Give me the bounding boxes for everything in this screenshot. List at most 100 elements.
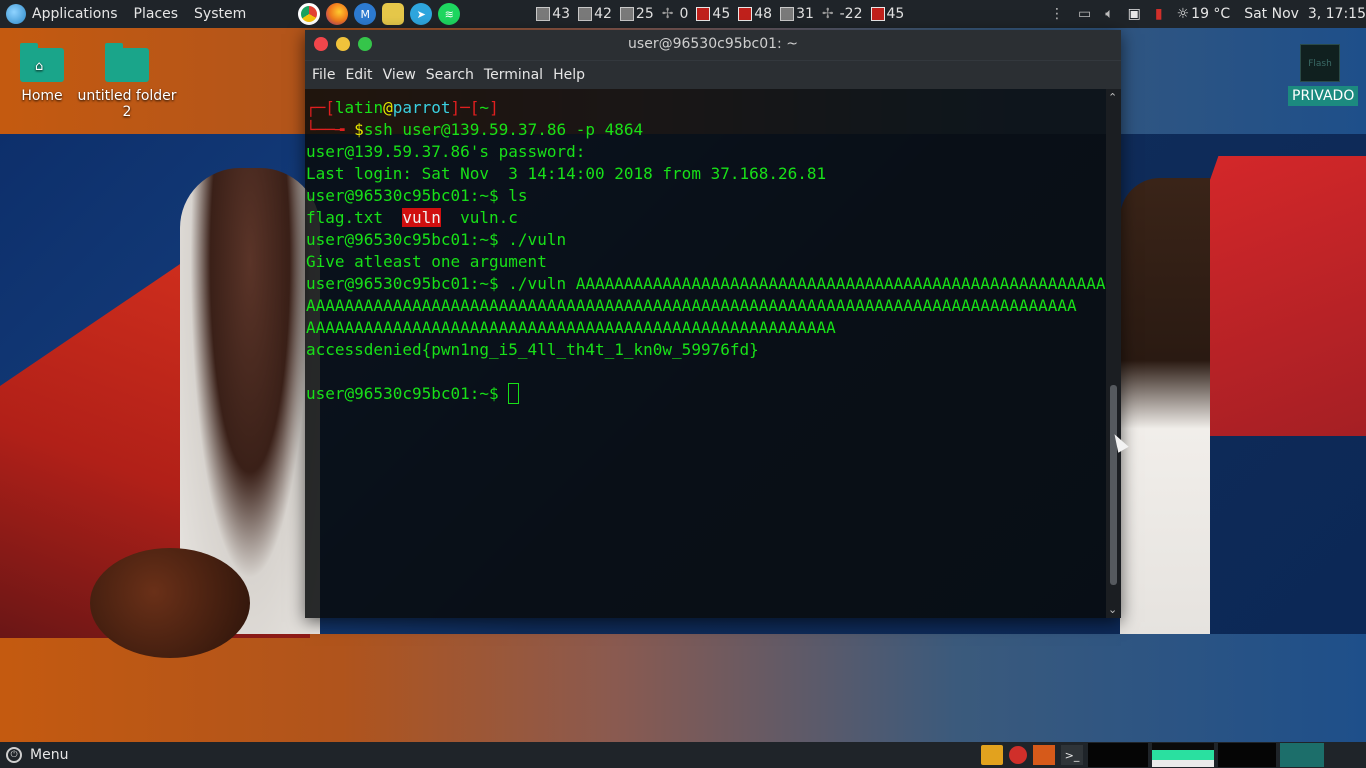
- ls-file-flag: flag.txt: [306, 208, 384, 227]
- output-line: user@139.59.37.86's password:: [306, 142, 586, 161]
- window-thumbnail-active[interactable]: [1280, 743, 1324, 767]
- window-title: user@96530c95bc01: ~: [628, 36, 798, 52]
- prompt-user: latin: [334, 98, 384, 117]
- system-menu[interactable]: System: [186, 0, 254, 28]
- system-tray: ⋮ ▭ 🔈︎ ▣ ▮ ☼ 19 °C Sat Nov 3, 17:15: [1043, 0, 1366, 28]
- menu-search[interactable]: Search: [421, 67, 479, 83]
- scrollbar[interactable]: ⌃ ⌄: [1106, 89, 1121, 618]
- output-line: Last login: Sat Nov 3 14:14:00 2018 from…: [306, 164, 827, 183]
- menu-help[interactable]: Help: [548, 67, 590, 83]
- current-prompt-line: user@96530c95bc01:~$: [306, 383, 1106, 405]
- parrot-logo-icon[interactable]: [6, 4, 26, 24]
- text-cursor: [508, 383, 520, 404]
- chevron-down-icon[interactable]: ⌄: [1108, 603, 1117, 616]
- privado-label[interactable]: PRIVADO: [1288, 86, 1359, 106]
- output-line: user@96530c95bc01:~$ ls: [306, 186, 528, 205]
- title-bar[interactable]: user@96530c95bc01: ~: [305, 30, 1121, 60]
- weather-temp[interactable]: 19 °C: [1191, 6, 1230, 22]
- main-menu-button[interactable]: ⏻ Menu: [0, 747, 68, 763]
- monitor-cpu2[interactable]: 42: [578, 6, 612, 22]
- output-line: AAAAAAAAAAAAAAAAAAAAAAAAAAAAAAAAAAAAAAAA…: [306, 296, 1077, 315]
- scroll-thumb[interactable]: [1110, 385, 1117, 585]
- fan-icon: ✢: [821, 6, 834, 22]
- monitor-fan2[interactable]: ✢ -22: [822, 6, 863, 22]
- terminal-window: user@96530c95bc01: ~ File Edit View Sear…: [305, 30, 1121, 618]
- chip-icon: [696, 7, 711, 21]
- top-panel: Applications Places System M ➤ ≋ 43 42 2…: [0, 0, 1366, 28]
- burpsuite-icon[interactable]: [1033, 745, 1055, 765]
- launcher-bar: M ➤ ≋: [292, 3, 461, 25]
- ls-file-vuln: vuln: [402, 208, 441, 227]
- current-prompt: user@96530c95bc01:~$: [306, 384, 509, 403]
- monitor-temp1[interactable]: 45: [696, 6, 730, 22]
- chrome-icon[interactable]: [298, 3, 321, 25]
- output-line: Give atleast one argument: [306, 252, 547, 271]
- home-icon: ⌂: [35, 59, 44, 74]
- window-thumbnail[interactable]: [1152, 743, 1214, 767]
- desktop-icon-untitled-folder[interactable]: untitled folder 2: [72, 43, 182, 120]
- command-line: └──╼ $ssh user@139.59.37.86 -p 4864: [306, 120, 644, 139]
- menu-edit[interactable]: Edit: [340, 67, 377, 83]
- files-icon[interactable]: [981, 745, 1003, 765]
- taskbar: >_: [978, 742, 1326, 768]
- battery-icon[interactable]: ▮: [1155, 6, 1163, 22]
- wallpaper-player-right: [1120, 178, 1210, 634]
- monitor-icon[interactable]: ▣: [1128, 6, 1141, 22]
- menu-terminal[interactable]: Terminal: [479, 67, 548, 83]
- monitor-temp3[interactable]: 31: [780, 6, 814, 22]
- prompt-host: parrot: [392, 98, 451, 117]
- maltego-icon[interactable]: M: [354, 3, 377, 25]
- volume-icon[interactable]: 🔈︎: [1105, 6, 1113, 22]
- bottom-panel: ⏻ Menu >_: [0, 742, 1366, 768]
- places-menu[interactable]: Places: [126, 0, 187, 28]
- terminal-icon[interactable]: >_: [1061, 745, 1083, 765]
- prompt-line: ┌─[latin@parrot]─[~]: [306, 98, 499, 117]
- window-thumbnail[interactable]: [1088, 743, 1148, 767]
- display-icon[interactable]: ▭: [1078, 6, 1091, 22]
- flash-icon[interactable]: Flash: [1300, 44, 1340, 82]
- monitor-cpu3[interactable]: 25: [619, 6, 654, 22]
- menu-view[interactable]: View: [378, 67, 421, 83]
- system-monitors: 43 42 25 ✢ 0 45 48 31 ✢ -22 45: [536, 6, 912, 22]
- ls-file-vulnc: vuln.c: [460, 208, 518, 227]
- more-vertical-icon[interactable]: ⋮: [1050, 6, 1064, 22]
- monitor-fan1[interactable]: ✢ 0: [662, 6, 689, 22]
- chip-icon: [738, 7, 753, 21]
- menu-file[interactable]: File: [307, 67, 340, 83]
- output-line: AAAAAAAAAAAAAAAAAAAAAAAAAAAAAAAAAAAAAAAA…: [306, 318, 836, 337]
- menu-label: Menu: [30, 747, 69, 763]
- ssh-command: ssh user@139.59.37.86 -p 4864: [363, 120, 644, 139]
- flag-line: accessdenied{pwn1ng_i5_4ll_th4t_1_kn0w_5…: [306, 340, 759, 359]
- output-line: user@96530c95bc01:~$ ./vuln: [306, 230, 567, 249]
- chip-icon: [780, 7, 795, 21]
- home-folder-icon: ⌂: [20, 43, 64, 82]
- folder-icon: [105, 43, 149, 82]
- prompt-dir: ~: [479, 98, 490, 117]
- desktop-icon-label: untitled folder 2: [77, 88, 177, 120]
- chip-icon: [578, 7, 593, 21]
- output-line: user@96530c95bc01:~$ ./vuln AAAAAAAAAAAA…: [306, 274, 1106, 293]
- wallpaper-basketball: [90, 548, 250, 658]
- firefox-icon[interactable]: [326, 3, 349, 25]
- ls-output-line: flag.txt vuln vuln.c: [306, 207, 1106, 229]
- terminal-output[interactable]: ┌─[latin@parrot]─[~] └──╼ $ssh user@139.5…: [305, 89, 1106, 618]
- menubar: File Edit View Search Terminal Help: [305, 60, 1121, 89]
- chip-icon: [536, 7, 551, 21]
- chip-icon: [870, 7, 885, 21]
- chevron-up-icon[interactable]: ⌃: [1108, 91, 1117, 104]
- monitor-temp4[interactable]: 45: [870, 6, 904, 22]
- monitor-cpu1[interactable]: 43: [536, 6, 570, 22]
- chip-icon: [619, 7, 634, 21]
- window-thumbnail[interactable]: [1218, 743, 1276, 767]
- spotify-icon[interactable]: ≋: [438, 3, 461, 25]
- clock[interactable]: Sat Nov 3, 17:15: [1244, 6, 1366, 22]
- monitor-temp2[interactable]: 48: [738, 6, 772, 22]
- keepass-icon[interactable]: [382, 3, 405, 25]
- document-viewer-icon[interactable]: [1009, 746, 1027, 764]
- fan-icon: ✢: [661, 6, 674, 22]
- telegram-icon[interactable]: ➤: [410, 3, 433, 25]
- weather-icon[interactable]: ☼: [1177, 6, 1190, 22]
- applications-menu[interactable]: Applications: [32, 0, 126, 28]
- power-icon: ⏻: [6, 747, 22, 763]
